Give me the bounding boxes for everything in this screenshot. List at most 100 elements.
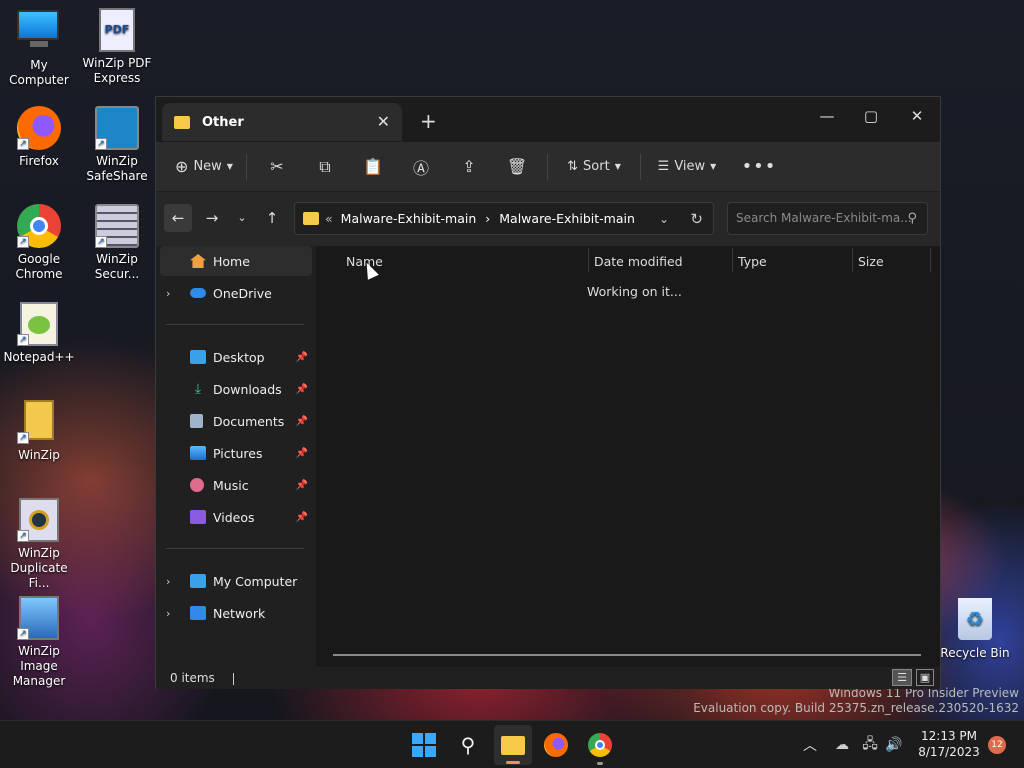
share-icon: ⇪ — [462, 157, 476, 176]
view-button[interactable]: ☰ View ▼ — [647, 150, 727, 184]
chevron-right-icon[interactable]: › — [166, 575, 170, 588]
paste-button[interactable]: 📋 — [349, 150, 397, 184]
sort-button[interactable]: ⇅ Sort ▼ — [554, 150, 634, 184]
sidebar-item-pictures[interactable]: Pictures 📌 — [160, 438, 312, 468]
details-view-icon[interactable]: ☰ — [892, 669, 912, 686]
tab-other[interactable]: Other ✕ — [162, 103, 402, 141]
desktop-icon-notepad-plus-plus[interactable]: ↗ Notepad++ — [0, 302, 78, 365]
file-explorer-window[interactable]: Other ✕ + — ▢ ✕ ⊕ New ▼ ✂ ⧉ 📋 Ⓐ ⇪ 🗑 ⇅ So… — [155, 96, 941, 689]
horizontal-scrollbar[interactable] — [333, 654, 921, 656]
recent-locations-button[interactable]: ⌄ — [228, 204, 256, 232]
new-tab-button[interactable]: + — [420, 109, 437, 133]
picture-icon — [190, 446, 206, 460]
back-button[interactable]: ← — [164, 204, 192, 232]
address-row: ← → ⌄ ↑ « Malware-Exhibit-main › Malware… — [156, 192, 940, 246]
shortcut-arrow-icon: ↗ — [17, 628, 29, 640]
new-button[interactable]: ⊕ New ▼ — [168, 150, 240, 184]
sidebar-item-documents[interactable]: Documents 📌 — [160, 406, 312, 436]
desktop-icon-winzip-secure[interactable]: ↗ WinZip Secur... — [78, 204, 156, 282]
pin-icon[interactable]: 📌 — [296, 480, 308, 491]
active-indicator — [506, 761, 520, 764]
desktop-icon-winzip-pdf-express[interactable]: PDF WinZip PDF Express — [78, 8, 156, 86]
navigation-pane[interactable]: Home › OneDrive Desktop 📌 ⤓ Downloads 📌 … — [156, 246, 314, 667]
pin-icon[interactable]: 📌 — [296, 352, 308, 363]
start-button[interactable] — [408, 729, 440, 761]
volume-tray[interactable]: 🔊 — [882, 729, 906, 761]
tab-title: Other — [202, 114, 244, 130]
minimize-button[interactable]: — — [804, 101, 850, 131]
desktop-icon-recycle-bin[interactable]: ♻ Recycle Bin — [936, 598, 1014, 661]
rename-button[interactable]: Ⓐ — [397, 150, 445, 184]
breadcrumb-item[interactable]: Malware-Exhibit-main — [341, 211, 477, 226]
delete-button[interactable]: 🗑 — [493, 150, 541, 184]
search-box[interactable]: Search Malware-Exhibit-ma... ⚲ — [727, 202, 928, 235]
sidebar-item-videos[interactable]: Videos 📌 — [160, 502, 312, 532]
breadcrumb-overflow[interactable]: « — [325, 211, 333, 226]
sidebar-item-desktop[interactable]: Desktop 📌 — [160, 342, 312, 372]
column-header-type[interactable]: Type — [738, 246, 850, 276]
desktop-icon-google-chrome[interactable]: ↗ Google Chrome — [0, 204, 78, 282]
taskbar-file-explorer[interactable] — [494, 725, 532, 765]
running-indicator — [597, 762, 603, 765]
notepad-plus-plus-icon: ↗ — [17, 302, 61, 346]
tiles-view-icon[interactable]: ▣ — [916, 669, 934, 686]
close-tab-icon[interactable]: ✕ — [377, 112, 390, 131]
shortcut-arrow-icon: ↗ — [17, 236, 29, 248]
column-divider[interactable] — [588, 248, 589, 272]
sidebar-item-my-computer[interactable]: › My Computer — [160, 566, 312, 596]
monitor-icon — [17, 10, 61, 54]
notification-badge[interactable]: 12 — [988, 736, 1006, 754]
clock-time: 12:13 PM — [921, 729, 977, 743]
title-bar[interactable]: Other ✕ + — ▢ ✕ — [156, 97, 940, 142]
column-header-size[interactable]: Size — [858, 246, 928, 276]
network-tray[interactable]: 🖧 — [858, 729, 882, 761]
sidebar-item-home[interactable]: Home — [160, 246, 312, 276]
desktop-icon-winzip-duplicate-finder[interactable]: ↗ WinZip Duplicate Fi... — [0, 498, 78, 591]
maximize-button[interactable]: ▢ — [848, 101, 894, 131]
taskbar-firefox[interactable] — [540, 729, 572, 761]
desktop-icon-winzip-safeshare[interactable]: ↗ WinZip SafeShare — [78, 106, 156, 184]
onedrive-tray[interactable]: ☁ — [826, 729, 858, 761]
watermark-line2: Evaluation copy. Build 25375.zn_release.… — [693, 701, 1019, 715]
column-divider[interactable] — [930, 248, 931, 272]
pin-icon[interactable]: 📌 — [296, 416, 308, 427]
desktop-icon-winzip-image-manager[interactable]: ↗ WinZip Image Manager — [0, 596, 78, 689]
column-header-name[interactable]: Name — [346, 246, 586, 276]
sidebar-item-music[interactable]: Music 📌 — [160, 470, 312, 500]
chevron-right-icon[interactable]: › — [166, 607, 170, 620]
item-count: 0 items — [170, 671, 215, 685]
column-divider[interactable] — [732, 248, 733, 272]
desktop-icon-my-computer[interactable]: My Computer — [0, 10, 78, 88]
up-button[interactable]: ↑ — [258, 204, 286, 232]
sidebar-item-downloads[interactable]: ⤓ Downloads 📌 — [160, 374, 312, 404]
search-button[interactable]: ⚲ — [452, 729, 484, 761]
column-header-date-modified[interactable]: Date modified — [594, 246, 730, 276]
file-list[interactable]: Name Date modified Type Size Working on … — [316, 246, 940, 667]
taskbar-chrome[interactable] — [584, 729, 616, 765]
forward-button[interactable]: → — [198, 204, 226, 232]
copy-button[interactable]: ⧉ — [301, 150, 349, 184]
chevron-right-icon[interactable]: › — [166, 287, 170, 300]
breadcrumb-item[interactable]: Malware-Exhibit-main — [499, 211, 635, 226]
desktop-icon-firefox[interactable]: ↗ Firefox — [0, 106, 78, 169]
desktop-icon-winzip[interactable]: ↗ WinZip — [0, 400, 78, 463]
pin-icon[interactable]: 📌 — [296, 448, 308, 459]
share-button[interactable]: ⇪ — [445, 150, 493, 184]
show-hidden-icons-button[interactable]: ︿ — [794, 729, 826, 761]
refresh-icon[interactable]: ↻ — [690, 210, 703, 228]
sidebar-item-network[interactable]: › Network — [160, 598, 312, 628]
shortcut-arrow-icon: ↗ — [95, 138, 107, 150]
clock[interactable]: 12:13 PM 8/17/2023 — [914, 728, 984, 760]
column-divider[interactable] — [852, 248, 853, 272]
pdf-icon: PDF — [95, 8, 139, 52]
address-bar[interactable]: « Malware-Exhibit-main › Malware-Exhibit… — [294, 202, 714, 235]
pin-icon[interactable]: 📌 — [296, 384, 308, 395]
cut-button[interactable]: ✂ — [253, 150, 301, 184]
copy-icon: ⧉ — [319, 156, 331, 176]
sidebar-item-onedrive[interactable]: › OneDrive — [160, 278, 312, 308]
pin-icon[interactable]: 📌 — [296, 512, 308, 523]
chevron-down-icon[interactable]: ⌄ — [659, 212, 669, 226]
more-options-button[interactable]: ••• — [735, 150, 783, 184]
close-window-button[interactable]: ✕ — [894, 101, 940, 131]
download-icon: ⤓ — [194, 381, 202, 397]
